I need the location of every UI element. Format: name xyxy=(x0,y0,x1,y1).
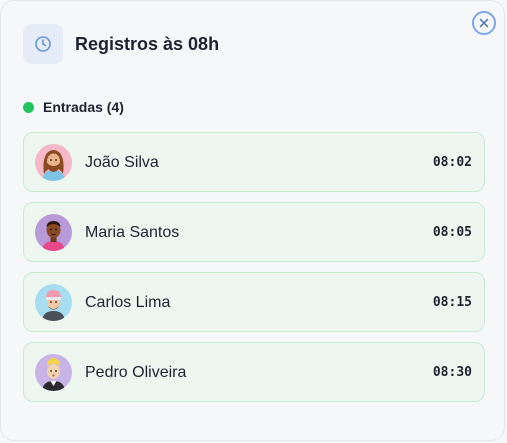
avatar xyxy=(35,214,72,251)
list-item[interactable]: Carlos Lima 08:15 xyxy=(23,272,485,332)
clock-icon xyxy=(23,24,63,64)
list-item[interactable]: Maria Santos 08:05 xyxy=(23,202,485,262)
close-icon xyxy=(479,18,489,28)
list-item[interactable]: João Silva 08:02 xyxy=(23,132,485,192)
modal-title: Registros às 08h xyxy=(75,34,220,54)
close-button[interactable] xyxy=(472,11,496,35)
entry-time: 08:30 xyxy=(432,365,472,380)
avatar xyxy=(35,284,72,321)
section-label: Entradas (4) xyxy=(43,99,124,115)
entry-time: 08:02 xyxy=(432,155,472,170)
avatar xyxy=(35,144,72,181)
entry-time: 08:15 xyxy=(432,295,472,310)
records-modal: Registros às 08h Entradas (4) João Silva… xyxy=(0,0,505,441)
entry-name: João Silva xyxy=(85,154,159,171)
avatar xyxy=(35,354,72,391)
status-dot xyxy=(23,101,34,113)
entries-list: João Silva 08:02 Maria Santos 08:05 Carl… xyxy=(23,132,485,412)
entry-name: Maria Santos xyxy=(85,224,180,241)
list-item[interactable]: Pedro Oliveira 08:30 xyxy=(23,342,485,402)
entry-time: 08:05 xyxy=(432,225,472,240)
entries-section-header: Entradas (4) xyxy=(23,99,124,115)
entry-name: Carlos Lima xyxy=(85,294,171,311)
entry-name: Pedro Oliveira xyxy=(85,364,187,381)
